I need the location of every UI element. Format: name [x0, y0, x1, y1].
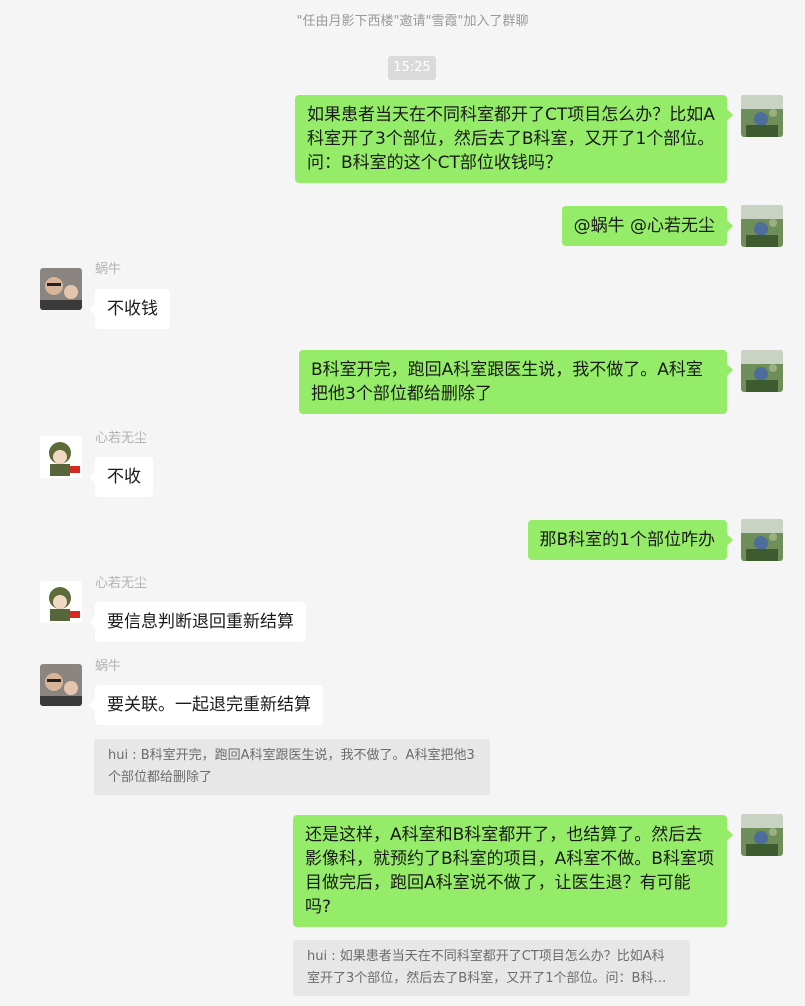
- landscape-photo-icon: [741, 95, 783, 137]
- quoted-text: hui : 如果患者当天在不同科室都开了CT项目怎么办？比如A科室开了3个部位，…: [307, 949, 667, 986]
- quoted-message[interactable]: hui : 如果患者当天在不同科室都开了CT项目怎么办？比如A科室开了3个部位，…: [293, 940, 690, 996]
- message-bubble[interactable]: @蜗牛 @心若无尘: [561, 206, 734, 246]
- sender-name: 蜗牛: [95, 659, 122, 674]
- avatar-me[interactable]: [741, 814, 783, 856]
- message-bubble[interactable]: 要信息判断退回重新结算: [89, 602, 306, 642]
- avatar-me[interactable]: [741, 519, 783, 561]
- timestamp: 15:25: [388, 56, 436, 80]
- soldier-cartoon-icon: [40, 436, 82, 478]
- message-bubble[interactable]: 要关联。一起退完重新结算: [89, 685, 323, 725]
- landscape-photo-icon: [741, 519, 783, 561]
- landscape-photo-icon: [741, 350, 783, 392]
- chat-window: "任由月影下西楼"邀请"雪霞"加入了群聊 15:25 如果患者当天在不同科室都开…: [0, 0, 805, 1006]
- selfie-photo-icon: [40, 268, 82, 310]
- message-bubble[interactable]: 如果患者当天在不同科室都开了CT项目怎么办？比如A科室开了3个部位，然后去了B科…: [295, 95, 733, 183]
- avatar-me[interactable]: [741, 205, 783, 247]
- landscape-photo-icon: [741, 205, 783, 247]
- message-bubble[interactable]: 不收钱: [89, 289, 170, 329]
- avatar-woniu[interactable]: [40, 268, 82, 310]
- sender-name: 心若无尘: [95, 576, 148, 591]
- message-bubble[interactable]: B科室开完，跑回A科室跟医生说，我不做了。A科室把他3个部位都给删除了: [299, 350, 733, 414]
- quoted-text: hui : B科室开完，跑回A科室跟医生说，我不做了。A科室把他3个部位都给删除…: [108, 748, 475, 785]
- avatar-xinruowuchen[interactable]: [40, 436, 82, 478]
- avatar-xinruowuchen[interactable]: [40, 581, 82, 623]
- sender-name: 蜗牛: [95, 262, 122, 277]
- system-notice: "任由月影下西楼"邀请"雪霞"加入了群聊: [296, 14, 529, 29]
- quoted-message[interactable]: hui : B科室开完，跑回A科室跟医生说，我不做了。A科室把他3个部位都给删除…: [94, 739, 490, 795]
- message-bubble[interactable]: 还是这样，A科室和B科室都开了，也结算了。然后去影像科，就预约了B科室的项目，A…: [293, 815, 733, 927]
- avatar-woniu[interactable]: [40, 664, 82, 706]
- selfie-photo-icon: [40, 664, 82, 706]
- soldier-cartoon-icon: [40, 581, 82, 623]
- message-bubble[interactable]: 那B科室的1个部位咋办: [527, 520, 734, 560]
- avatar-me[interactable]: [741, 350, 783, 392]
- avatar-me[interactable]: [741, 95, 783, 137]
- landscape-photo-icon: [741, 814, 783, 856]
- sender-name: 心若无尘: [95, 431, 148, 446]
- message-bubble[interactable]: 不收: [89, 457, 153, 497]
